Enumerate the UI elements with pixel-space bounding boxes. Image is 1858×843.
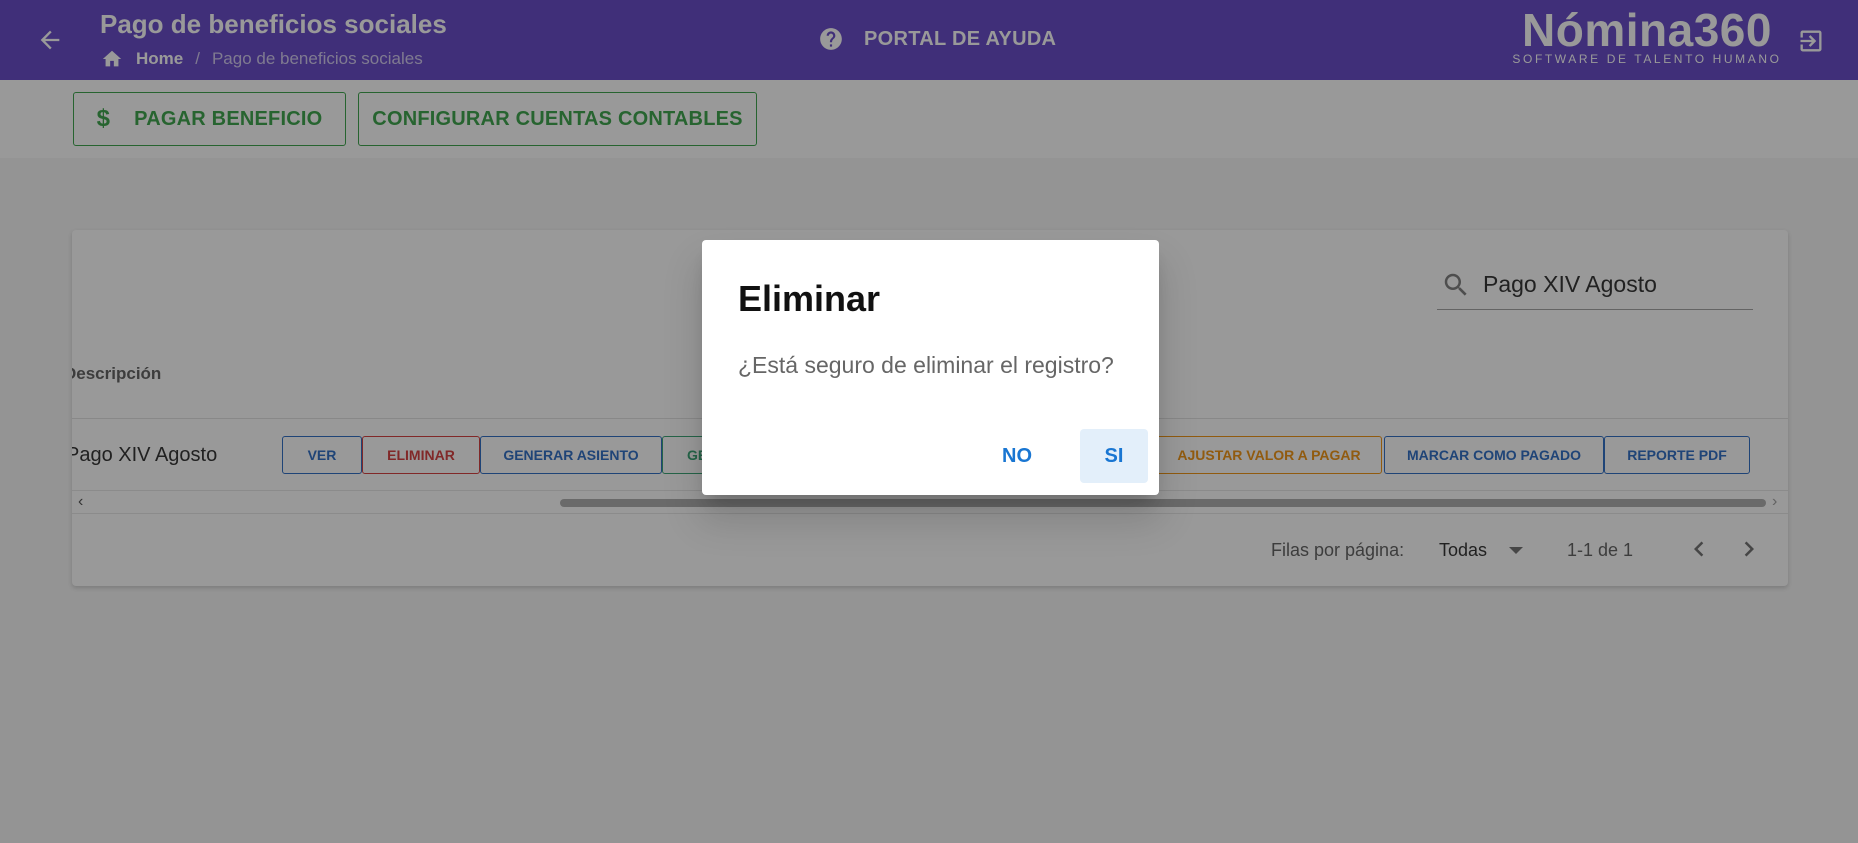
dialog-no-button[interactable]: NO (988, 429, 1046, 483)
delete-confirm-dialog: Eliminar ¿Está seguro de eliminar el reg… (702, 240, 1159, 495)
dialog-message: ¿Está seguro de eliminar el registro? (738, 352, 1114, 378)
dialog-title: Eliminar (738, 278, 881, 319)
dialog-yes-button[interactable]: SI (1080, 429, 1148, 483)
